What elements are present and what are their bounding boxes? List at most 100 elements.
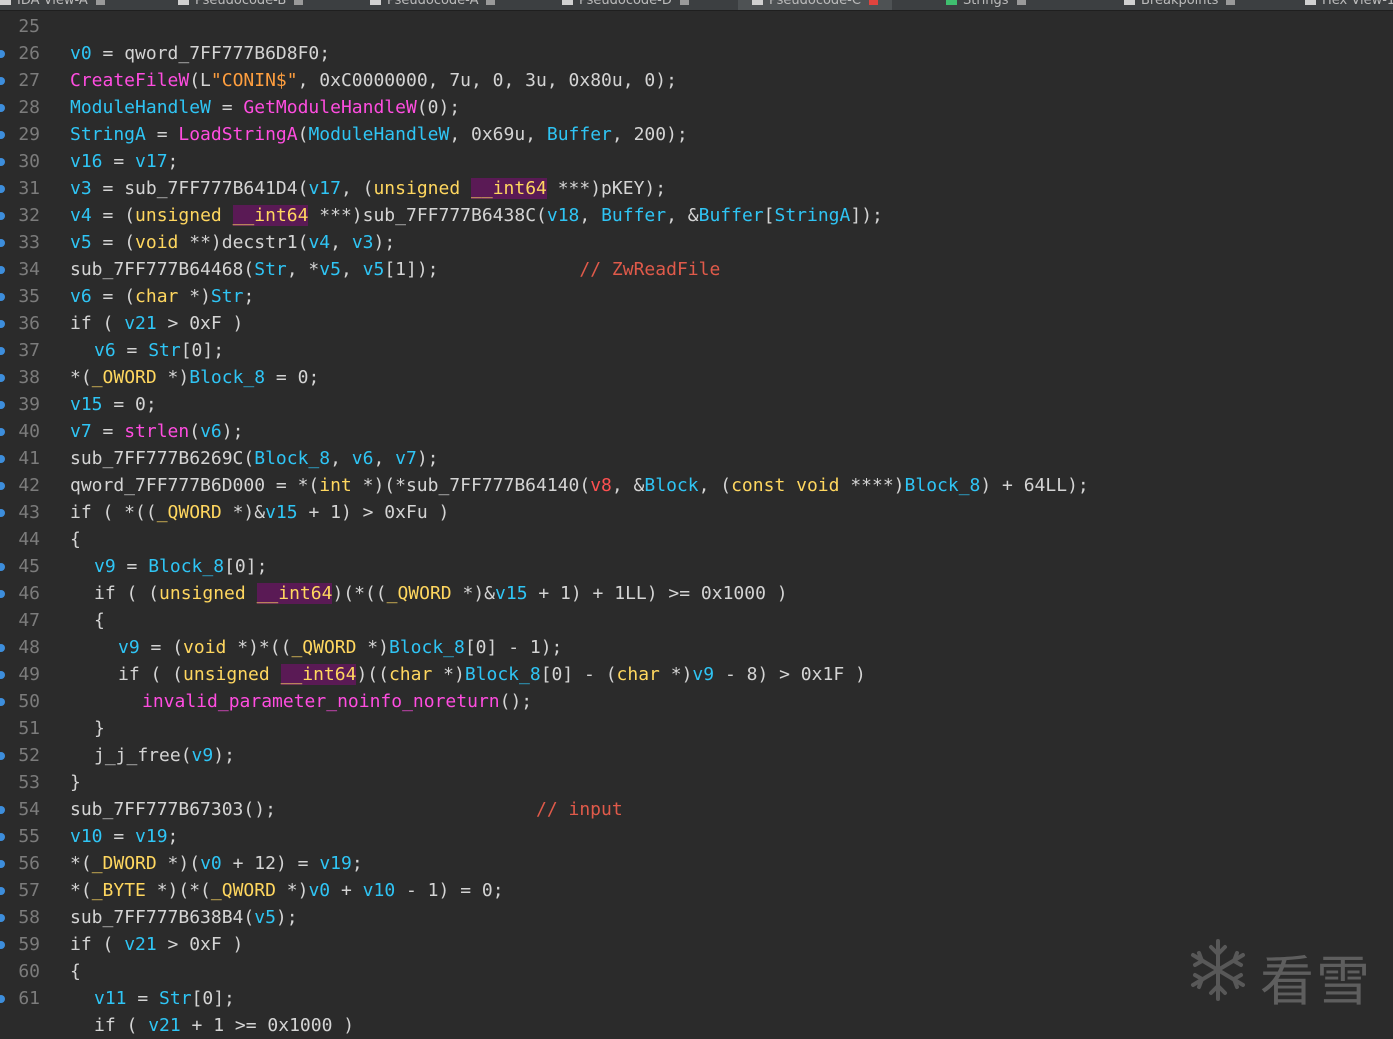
code-token[interactable]: v9 (692, 664, 714, 685)
code-text[interactable]: v9 = Block_8[0]; (94, 553, 267, 580)
code-line[interactable]: 53} (0, 769, 1393, 796)
close-icon[interactable] (1226, 0, 1236, 5)
code-token[interactable]: { (70, 961, 81, 982)
code-line[interactable]: 26 v0 = qword_7FF777B6D8F0; (0, 40, 1393, 67)
code-token[interactable]: *) (178, 286, 211, 307)
code-token[interactable]: ); (222, 421, 244, 442)
code-token[interactable]: = ( (92, 232, 136, 253)
code-line[interactable]: 25 (0, 13, 1393, 40)
code-text[interactable]: v6 = Str[0]; (94, 337, 224, 364)
code-token[interactable]: = ( (92, 286, 136, 307)
code-token[interactable]: ModuleHandleW (308, 124, 449, 145)
code-token[interactable]: > 0xF ) (157, 934, 244, 955)
code-token[interactable]: Buffer (601, 205, 666, 226)
code-token[interactable]: __int64 (280, 664, 357, 685)
code-token[interactable]: sub_7FF777B6269C( (70, 448, 254, 469)
code-token[interactable]: strlen (124, 421, 189, 442)
code-token[interactable]: [0]; (181, 340, 224, 361)
breakpoint-marker[interactable] (0, 509, 5, 517)
code-text[interactable]: if ( v21 > 0xF ) (70, 310, 243, 337)
code-token[interactable]: v6 (94, 340, 116, 361)
code-token[interactable]: v21 (148, 1015, 181, 1036)
code-token[interactable]: } (94, 718, 105, 739)
code-token[interactable]: __int64 (256, 583, 333, 604)
code-text[interactable]: if ( (unsigned __int64)((char *)Block_8[… (118, 661, 866, 688)
code-token[interactable]: v11 (94, 988, 127, 1009)
code-token[interactable]: ); (374, 232, 396, 253)
code-token[interactable]: invalid_parameter_noinfo_noreturn (142, 691, 500, 712)
code-token[interactable]: v15 (70, 394, 103, 415)
code-token[interactable]: *) (157, 367, 190, 388)
code-token[interactable]: v9 (118, 637, 140, 658)
code-token[interactable]: [1]); (384, 259, 579, 280)
breakpoint-marker[interactable] (0, 401, 5, 409)
code-token[interactable]: = (103, 826, 136, 847)
code-token[interactable] (222, 205, 233, 226)
code-token[interactable]: _DWORD (92, 853, 157, 874)
code-token[interactable]: Block_8 (389, 637, 465, 658)
code-token[interactable]: , 200); (612, 124, 688, 145)
code-token[interactable]: GetModuleHandleW (243, 97, 416, 118)
code-token[interactable]: *( (70, 853, 92, 874)
code-token[interactable]: v21 (124, 313, 157, 334)
code-token[interactable] (270, 664, 281, 685)
breakpoint-marker[interactable] (0, 104, 5, 112)
code-token[interactable]: v19 (135, 826, 168, 847)
code-token[interactable]: CreateFileW (70, 70, 189, 91)
code-token[interactable]: v10 (363, 880, 396, 901)
code-token[interactable]: - 8) > 0x1F ) (714, 664, 866, 685)
code-token[interactable]: qword_7FF777B6D000 = *( (70, 475, 319, 496)
code-line[interactable]: 42 qword_7FF777B6D000 = *(int *)(*sub_7FF… (0, 472, 1393, 499)
code-text[interactable]: v10 = v19; (70, 823, 178, 850)
code-token[interactable]: unsigned (183, 664, 270, 685)
code-text[interactable]: if ( v21 > 0xF ) (70, 931, 243, 958)
code-token[interactable]: [0]; (224, 556, 267, 577)
code-token[interactable]: v0 (308, 880, 330, 901)
breakpoint-marker[interactable] (0, 995, 5, 1003)
code-token[interactable]: ; (319, 43, 330, 64)
code-token[interactable]: , (579, 205, 601, 226)
code-token[interactable]: v17 (135, 151, 168, 172)
code-token[interactable]: ***)sub_7FF777B6438C( (308, 205, 547, 226)
code-token[interactable]: ); (213, 745, 235, 766)
code-token[interactable]: , (330, 232, 352, 253)
breakpoint-marker[interactable] (0, 374, 5, 382)
code-token[interactable]: ) + 64LL); (980, 475, 1088, 496)
code-token[interactable]: = sub_7FF777B641D4( (92, 178, 309, 199)
code-token[interactable]: char (135, 286, 178, 307)
code-line[interactable]: 43 if ( *((_QWORD *)&v15 + 1) > 0xFu ) (0, 499, 1393, 526)
code-token[interactable]: , ( (699, 475, 732, 496)
code-line[interactable]: 37 v6 = Str[0]; (0, 337, 1393, 364)
code-line[interactable]: 29 StringA = LoadStringA(ModuleHandleW, 0… (0, 121, 1393, 148)
code-text[interactable]: *(_OWORD *)Block_8 = 0; (70, 364, 319, 391)
code-token[interactable]: Block_8 (189, 367, 265, 388)
code-token[interactable]: = ( (92, 205, 136, 226)
code-token[interactable]: // ZwReadFile (579, 259, 720, 280)
code-text[interactable]: v16 = v17; (70, 148, 178, 175)
breakpoint-marker[interactable] (0, 50, 5, 58)
breakpoint-marker[interactable] (0, 77, 5, 85)
code-token[interactable]: = (116, 556, 149, 577)
code-token[interactable]: (); (500, 691, 533, 712)
code-token[interactable]: v18 (547, 205, 580, 226)
code-text[interactable]: v11 = Str[0]; (94, 985, 235, 1012)
code-token[interactable]: ; (168, 151, 179, 172)
code-token[interactable]: ; (352, 853, 363, 874)
code-line[interactable]: 52 j_j_free(v9); (0, 742, 1393, 769)
code-line[interactable]: 48 v9 = (void *)*((_QWORD *)Block_8[0] - … (0, 634, 1393, 661)
code-token[interactable]: + 1) > 0xFu ) (298, 502, 449, 523)
code-token[interactable]: __int64 (232, 205, 309, 226)
code-token[interactable]: v7 (395, 448, 417, 469)
code-token[interactable]: int (319, 475, 352, 496)
code-text[interactable]: v0 = qword_7FF777B6D8F0; (70, 40, 330, 67)
code-token[interactable]: v8 (590, 475, 612, 496)
code-token[interactable]: , * (287, 259, 320, 280)
code-line[interactable]: 36 if ( v21 > 0xF ) (0, 310, 1393, 337)
code-token[interactable]: sub_7FF777B638B4( (70, 907, 254, 928)
code-token[interactable]: Block (644, 475, 698, 496)
code-line[interactable]: 51} (0, 715, 1393, 742)
code-line[interactable]: 50 invalid_parameter_noinfo_noreturn(); (0, 688, 1393, 715)
code-token[interactable]: = (103, 151, 136, 172)
code-token[interactable]: - 1) = 0; (395, 880, 504, 901)
code-token[interactable]: if ( (70, 313, 124, 334)
